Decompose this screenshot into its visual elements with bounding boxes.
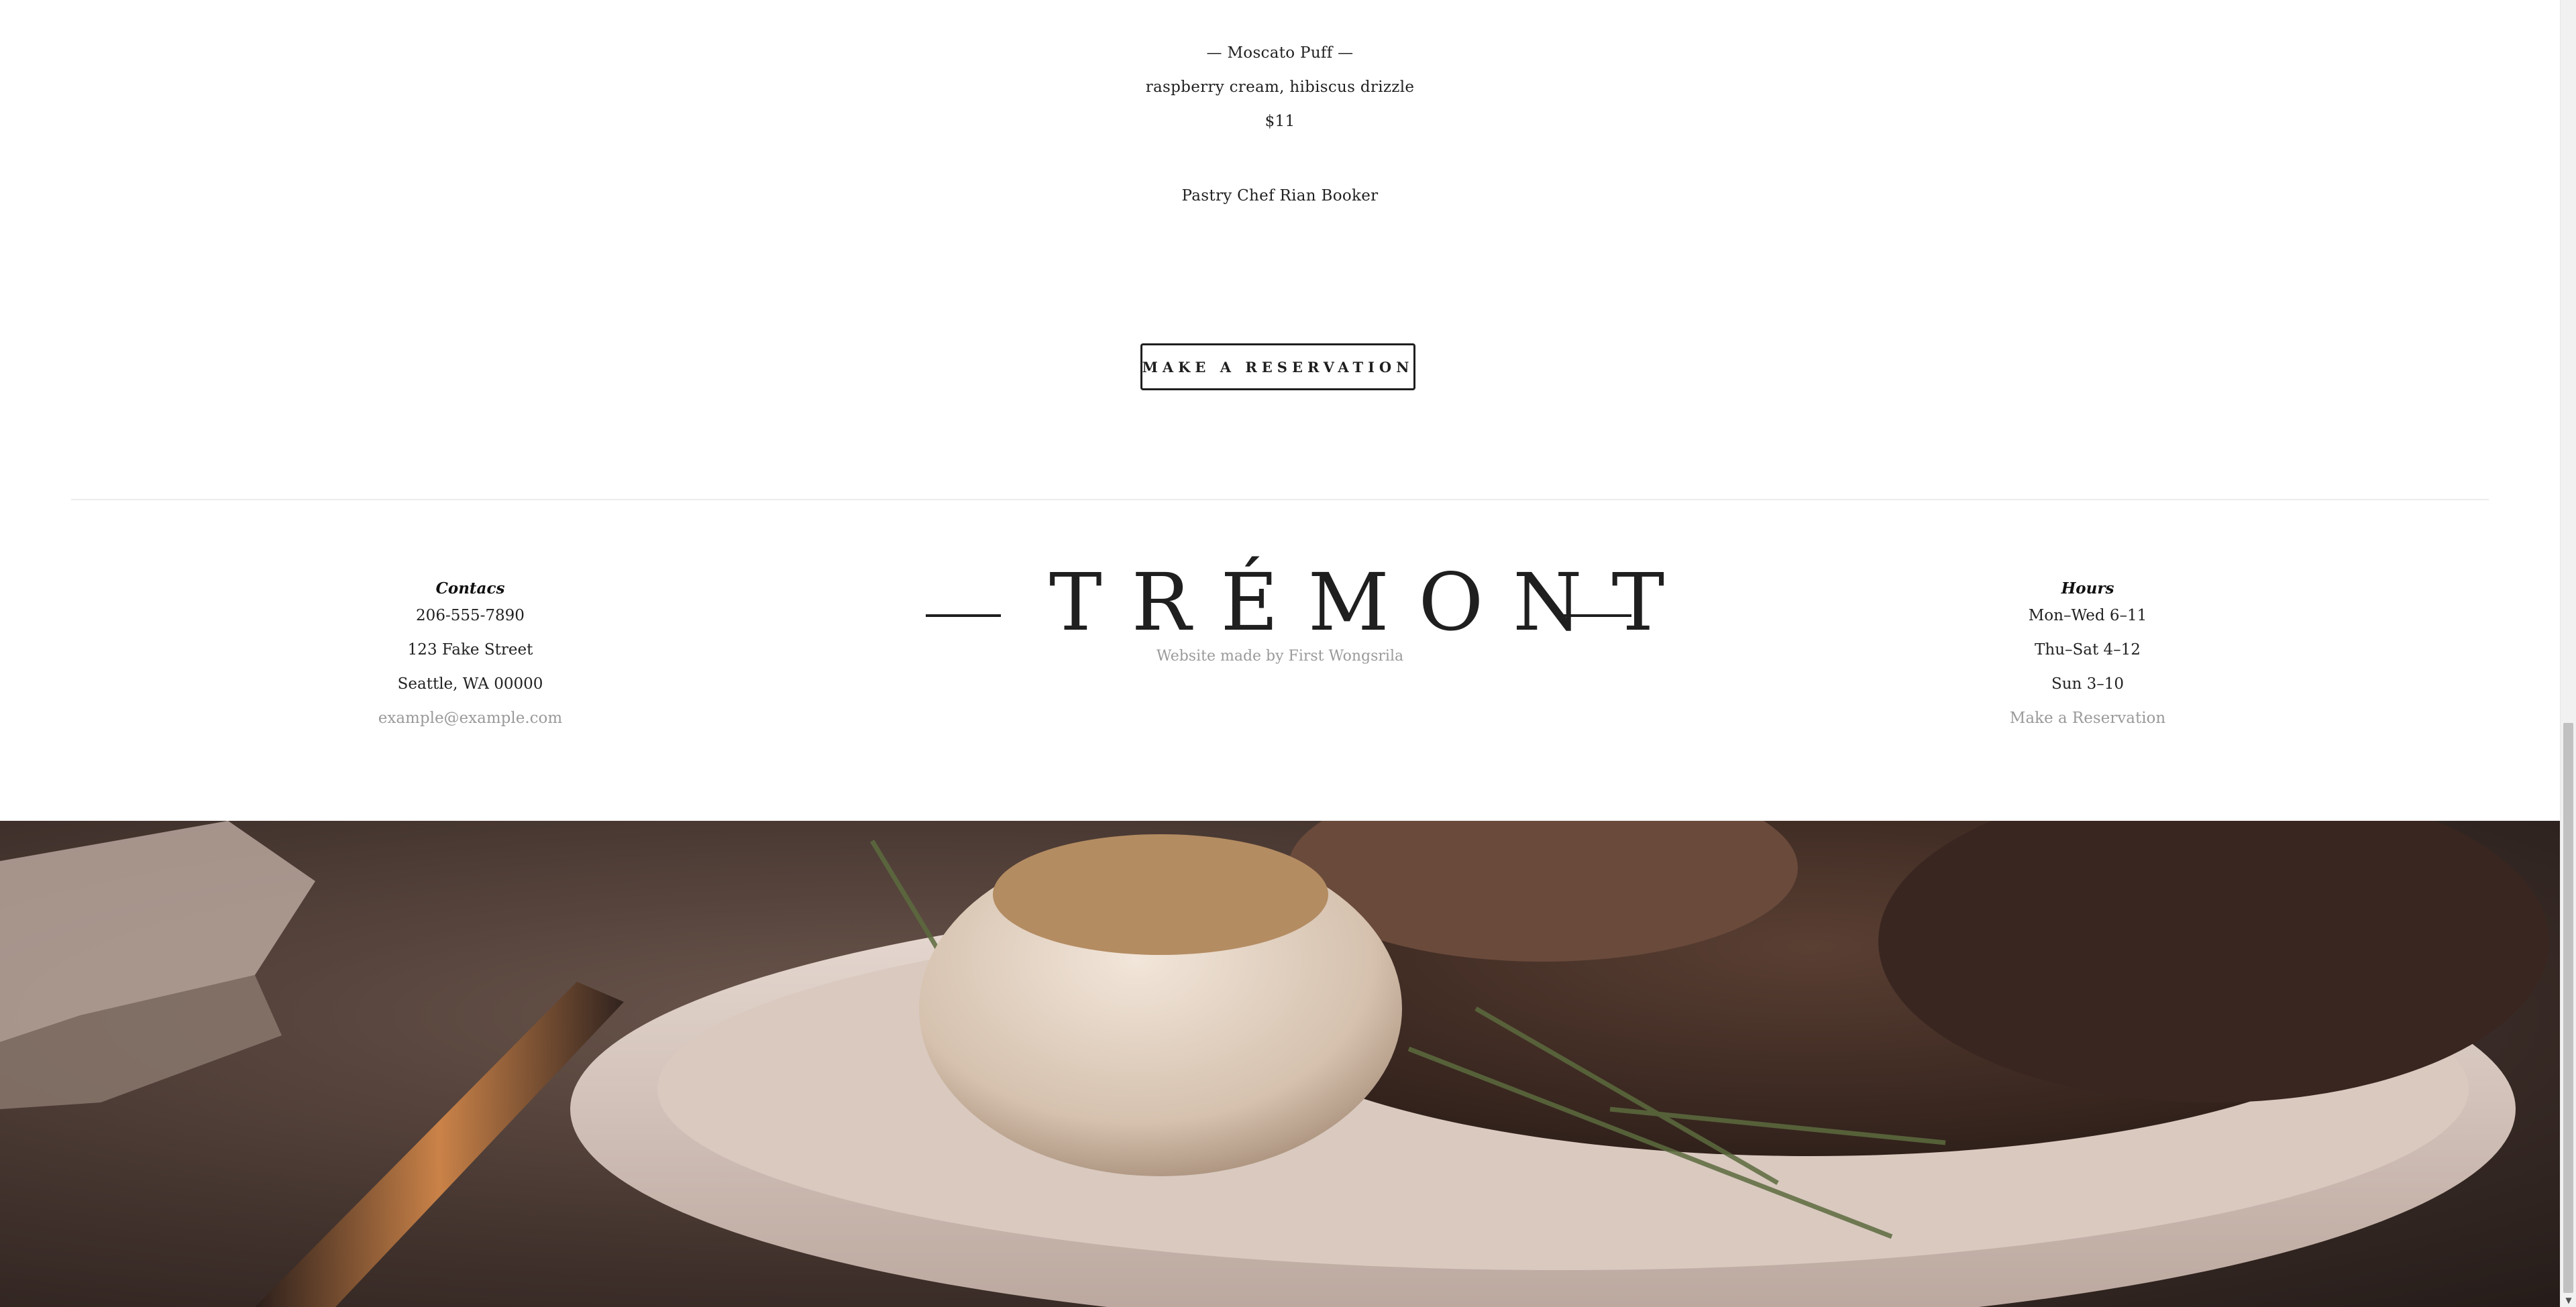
logo-left-rule bbox=[926, 614, 1001, 617]
hours-column: Hours Mon–Wed 6–11 Thu–Sat 4–12 Sun 3–10… bbox=[1886, 578, 2289, 736]
scrollbar-thumb[interactable] bbox=[2563, 723, 2573, 1293]
scroll-down-arrow-icon[interactable]: ▼ bbox=[2561, 1294, 2576, 1307]
menu-item-price: $11 bbox=[1265, 113, 1295, 130]
make-reservation-button[interactable]: MAKE A RESERVATION bbox=[1140, 343, 1415, 390]
dessert-menu-section: — Moscato Puff — raspberry cream, hibisc… bbox=[0, 0, 2560, 496]
menu-item-title: — Moscato Puff — bbox=[1206, 44, 1354, 62]
hours-line-2: Thu–Sat 4–12 bbox=[2035, 641, 2141, 659]
logo-wordmark: TRÉMONT bbox=[1049, 556, 1695, 648]
food-photo-illustration bbox=[0, 821, 2560, 1307]
contacts-heading: Contacs bbox=[435, 579, 505, 598]
brand-logo: TRÉMONT bbox=[926, 555, 1695, 649]
pastry-chef-credit: Pastry Chef Rian Booker bbox=[1181, 187, 1379, 205]
footer-divider bbox=[71, 499, 2489, 500]
logo-right-rule bbox=[1556, 614, 1631, 617]
contact-city: Seattle, WA 00000 bbox=[397, 675, 543, 693]
hours-line-1: Mon–Wed 6–11 bbox=[2028, 607, 2147, 624]
hours-reservation-link[interactable]: Make a Reservation bbox=[1886, 701, 2289, 736]
contact-phone: 206-555-7890 bbox=[416, 607, 525, 624]
menu-item-description: raspberry cream, hibiscus drizzle bbox=[1145, 78, 1415, 96]
hours-line-3: Sun 3–10 bbox=[2051, 675, 2125, 693]
contact-email-link[interactable]: example@example.com bbox=[269, 701, 672, 736]
food-photo bbox=[0, 821, 2560, 1307]
page: — Moscato Puff — raspberry cream, hibisc… bbox=[0, 0, 2576, 1307]
hours-heading: Hours bbox=[2061, 579, 2114, 598]
vertical-scrollbar[interactable]: ▼ bbox=[2560, 0, 2576, 1307]
